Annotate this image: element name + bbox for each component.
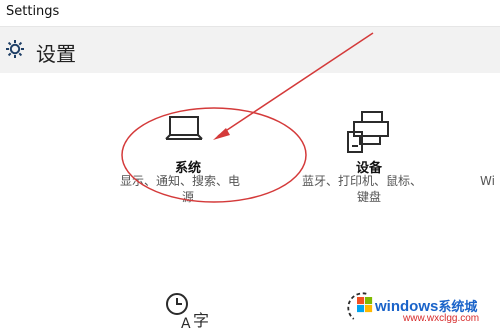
laptop-icon: [165, 116, 203, 140]
svg-text:字: 字: [193, 311, 209, 330]
watermark-url: www.wxclgg.com: [403, 313, 480, 324]
title-bar: Settings: [0, 0, 500, 27]
tile-network-desc: Wi: [480, 174, 495, 188]
tile-system[interactable]: 系统 显示、通知、搜索、电 源: [118, 110, 258, 210]
tile-system-desc: 显示、通知、搜索、电 源: [120, 173, 260, 205]
gear-icon: [6, 40, 24, 58]
window-title: Settings: [6, 4, 60, 19]
tile-devices-desc-line2: 键盘: [357, 190, 382, 204]
tile-system-desc-line2: 源: [182, 190, 195, 204]
tile-devices-desc-line1: 蓝牙、打印机、鼠标、: [302, 174, 423, 188]
time-language-icon[interactable]: A 字: [160, 290, 212, 330]
tile-system-desc-line1: 显示、通知、搜索、电: [120, 174, 241, 188]
tile-devices[interactable]: 设备 蓝牙、打印机、鼠标、 键盘: [300, 110, 440, 210]
page-title: 设置: [36, 42, 76, 66]
tile-network-partial[interactable]: Wi: [480, 173, 500, 193]
printer-icon: [347, 111, 389, 153]
tile-devices-desc: 蓝牙、打印机、鼠标、 键盘: [302, 173, 442, 205]
svg-text:A: A: [181, 316, 191, 330]
windows-logo-icon: [357, 297, 373, 313]
watermark: windows系统城 www.wxclgg.com: [355, 293, 500, 327]
watermark-brand-cn: 系统城: [438, 299, 478, 314]
